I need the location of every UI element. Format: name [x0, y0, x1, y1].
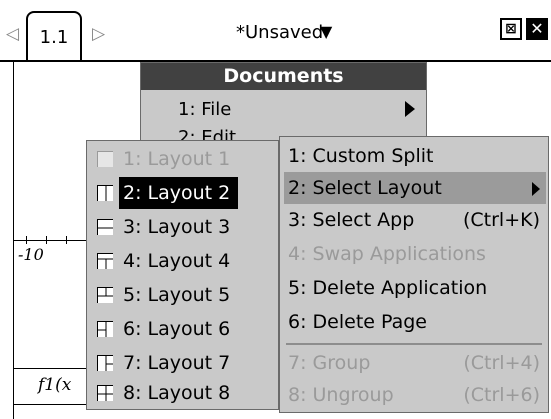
menu-item-layout-1[interactable]: 1: Layout 1 [93, 143, 273, 175]
menu-item-label: 1: Custom Split [288, 145, 434, 167]
menu-item-label: 4: Swap Applications [288, 243, 486, 265]
menu-item-swap-applications[interactable]: 4: Swap Applications [284, 238, 546, 270]
menu-item-layout-2[interactable]: 2: Layout 2 [93, 177, 273, 209]
menu-separator [286, 343, 542, 345]
menu-item-layout-7[interactable]: 7: Layout 7 [93, 347, 273, 379]
submenu-arrow-icon [532, 182, 540, 196]
menu-item-label: 4: Layout 4 [123, 250, 231, 272]
menu-item-shortcut: (Ctrl+4) [463, 352, 540, 374]
menu-item-file[interactable]: 1: File [178, 99, 231, 120]
submenu-arrow-icon [405, 101, 415, 117]
menu-item-label: 5: Delete Application [288, 277, 488, 299]
menu-item-shortcut: (Ctrl+6) [463, 384, 540, 406]
x-axis [13, 240, 93, 241]
menu-item-label: 2: Layout 2 [119, 177, 239, 209]
x-axis-tick [46, 236, 47, 244]
layout-8-icon [97, 385, 113, 401]
battery-status-icon: ⊠ [500, 18, 522, 40]
layout-5-icon [97, 287, 113, 303]
x-axis-tick [26, 236, 27, 244]
menu-item-label: 1: Layout 1 [123, 148, 231, 170]
next-page-arrow-icon[interactable]: ▷ [92, 24, 105, 44]
menu-item-layout-4[interactable]: 4: Layout 4 [93, 245, 273, 277]
tab-page-1-1[interactable]: 1.1 [26, 11, 82, 62]
function-label: f1(x [38, 375, 72, 395]
menu-item-label: 8: Layout 8 [123, 382, 231, 404]
menu-item-label: 6: Delete Page [288, 311, 427, 333]
documents-menu-header: Documents [141, 63, 426, 90]
menu-item-select-app[interactable]: 3: Select App (Ctrl+K) [284, 204, 546, 236]
menu-item-layout-3[interactable]: 3: Layout 3 [93, 211, 273, 243]
menu-item-layout-6[interactable]: 6: Layout 6 [93, 313, 273, 345]
layout-4-icon [97, 253, 113, 269]
menu-item-label: 3: Layout 3 [123, 216, 231, 238]
menu-item-layout-5[interactable]: 5: Layout 5 [93, 279, 273, 311]
menu-item-layout-8[interactable]: 8: Layout 8 [93, 377, 273, 409]
layout-3-icon [97, 219, 113, 235]
close-icon[interactable]: ✕ [526, 18, 548, 40]
menu-item-group[interactable]: 7: Group (Ctrl+4) [284, 347, 546, 379]
menu-item-label: 7: Group [288, 352, 371, 374]
document-dropdown-icon[interactable]: ▼ [320, 22, 332, 41]
menu-item-label: 7: Layout 7 [123, 352, 231, 374]
layout-submenu: 1: Layout 1 2: Layout 2 3: Layout 3 4: L… [86, 140, 279, 410]
menu-item-delete-application[interactable]: 5: Delete Application [284, 272, 546, 304]
menu-item-label: 2: Select Layout [288, 177, 442, 199]
menu-item-label: 6: Layout 6 [123, 318, 231, 340]
menu-item-label: 8: Ungroup [288, 384, 394, 406]
menu-item-label: 3: Select App [288, 209, 415, 231]
actions-menu: 1: Custom Split 2: Select Layout 3: Sele… [279, 136, 549, 413]
x-axis-tick [66, 236, 67, 244]
menu-item-ungroup[interactable]: 8: Ungroup (Ctrl+6) [284, 379, 546, 411]
menu-item-custom-split[interactable]: 1: Custom Split [284, 140, 546, 172]
previous-page-arrow-icon[interactable]: ◁ [6, 24, 19, 44]
menu-item-select-layout[interactable]: 2: Select Layout [284, 172, 546, 204]
menu-item-delete-page[interactable]: 6: Delete Page [284, 306, 546, 338]
document-title[interactable]: *Unsaved [236, 22, 323, 43]
x-axis-min-label: -10 [18, 245, 44, 264]
layout-6-icon [97, 321, 113, 337]
layout-7-icon [97, 355, 113, 371]
layout-1-icon [97, 151, 113, 167]
menu-item-shortcut: (Ctrl+K) [462, 209, 540, 231]
layout-2-icon [97, 185, 113, 201]
menu-item-label: 5: Layout 5 [123, 284, 231, 306]
tab-label: 1.1 [39, 27, 69, 48]
